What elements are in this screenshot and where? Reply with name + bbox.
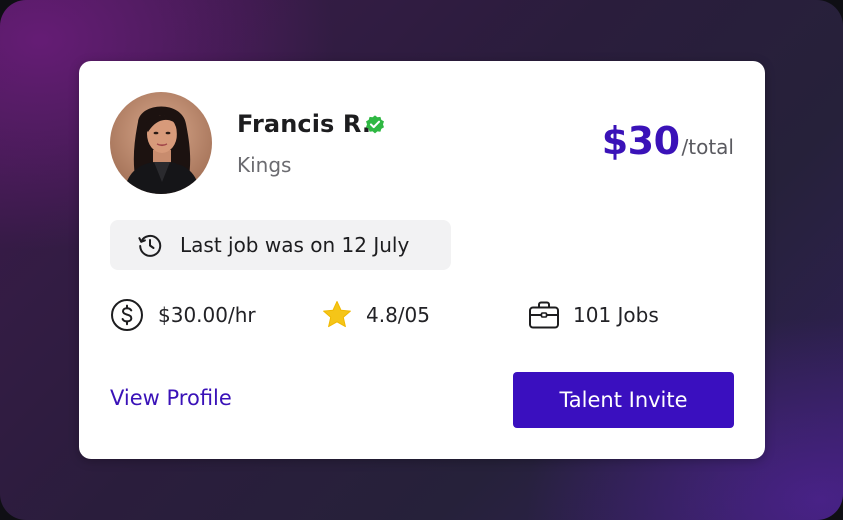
- briefcase-icon: [529, 301, 559, 329]
- background-frame: Francis R. Kings $30 /total Last job was…: [0, 0, 843, 520]
- view-profile-link[interactable]: View Profile: [110, 386, 232, 410]
- stat-jobs-text: 101 Jobs: [573, 303, 659, 327]
- stat-rate-text: $30.00/hr: [158, 303, 256, 327]
- price-amount: $30: [601, 119, 680, 163]
- last-job-text: Last job was on 12 July: [180, 233, 410, 257]
- talent-card: Francis R. Kings $30 /total Last job was…: [79, 61, 765, 459]
- avatar: [110, 92, 212, 194]
- price: $30 /total: [602, 119, 734, 163]
- verified-badge-icon: [366, 115, 384, 134]
- talent-name: Francis R.: [237, 110, 372, 138]
- price-unit: /total: [681, 135, 734, 159]
- talent-invite-button[interactable]: Talent Invite: [513, 372, 734, 428]
- last-job-badge: Last job was on 12 July: [110, 220, 451, 270]
- history-icon: [138, 234, 162, 257]
- star-icon: [323, 301, 351, 328]
- talent-location: Kings: [237, 153, 292, 177]
- avatar-image: [110, 92, 212, 194]
- dollar-circle-icon: [111, 299, 143, 331]
- stat-rating-text: 4.8/05: [366, 303, 430, 327]
